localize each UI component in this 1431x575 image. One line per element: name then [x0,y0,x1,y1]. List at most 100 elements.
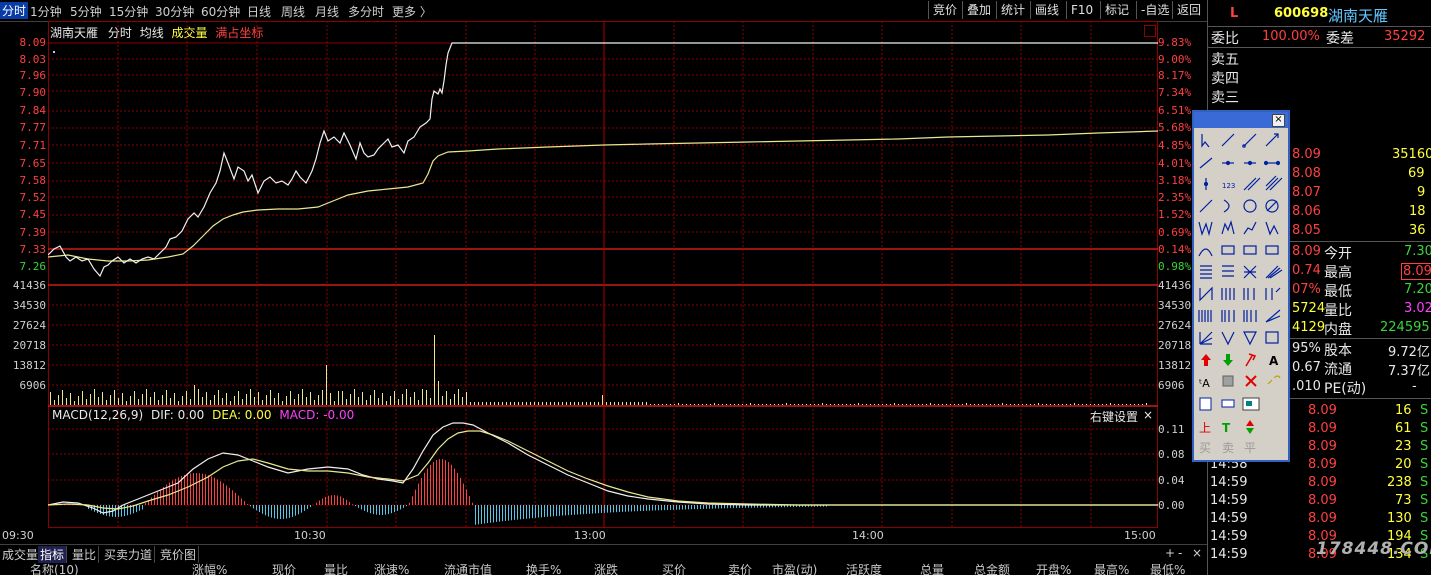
remove-favorite-button[interactable]: -自选 [1136,1,1173,19]
volume-bar [802,404,803,405]
macd-bar [625,505,626,512]
col-header-float-cap[interactable]: 流通市值 [444,563,492,575]
macd-bar [388,505,389,515]
palette-close-icon[interactable]: × [1272,114,1285,127]
volume-bar [606,402,607,405]
macd-close-icon[interactable]: × [1143,408,1153,422]
period-tab-1min[interactable]: 1分钟 [30,3,62,20]
volume-bar [434,335,435,405]
volume-bar [190,399,191,405]
remove-indicator-button[interactable]: - [1176,546,1184,560]
col-header-total-vol[interactable]: 总量 [920,563,944,575]
back-button[interactable]: 返回 [1172,1,1205,19]
tick-side: S [1420,439,1429,454]
mark-button[interactable]: 标记 [1100,1,1133,19]
period-tab-more[interactable]: 更多 〉 [392,3,432,20]
volume-axis-label: 20718 [12,339,46,352]
period-tab-60min[interactable]: 60分钟 [201,3,240,20]
col-header-low-pct[interactable]: 最低% [1150,563,1185,575]
volume-bar [246,394,247,405]
period-tab-5min[interactable]: 5分钟 [70,3,102,20]
fibonacci-time-icon [1243,288,1255,300]
volume-bar [318,395,319,405]
stats-button[interactable]: 统计 [996,1,1029,19]
macd-bar [241,498,242,505]
right-click-settings[interactable]: 右键设置 [1090,408,1138,425]
macd-bar [349,501,350,505]
volume-bar [982,404,983,405]
volume-bar [914,404,915,405]
volume-bar [218,390,219,405]
pct-axis-label: 5.68% [1158,121,1192,134]
col-header-speed[interactable]: 涨速% [374,563,409,575]
watchlist-column-headers: 名称(10) 涨幅% 现价 量比 涨速% 流通市值 换手% 涨跌 买价 卖价 市… [0,563,1207,575]
volume-bar [762,404,763,405]
tab-auction-chart[interactable]: 竞价图 [158,546,200,563]
buy2-volume: 69 [1408,166,1425,181]
stat-high-value: 8.09 [1401,263,1431,280]
gann-grid-icon [1265,245,1279,255]
period-tab-30min[interactable]: 30分钟 [155,3,194,20]
macd-bar [211,476,212,505]
draw-line-button[interactable]: 画线 [1030,1,1063,19]
period-tab-15min[interactable]: 15分钟 [109,3,148,20]
volume-bar [518,402,519,405]
macd-bar [589,505,590,514]
close-panel-button[interactable]: × [1190,546,1204,560]
tab-volume[interactable]: 成交量 [0,546,42,563]
volume-bar [994,404,995,405]
overlay-button[interactable]: 叠加 [962,1,995,19]
volume-bar [758,404,759,405]
volume-bar [934,404,935,405]
volume-bar [58,395,59,405]
volume-bar [558,402,559,405]
col-header-bid[interactable]: 买价 [662,563,686,575]
col-header-open-pct[interactable]: 开盘% [1036,563,1071,575]
palette-title-bar[interactable]: × [1194,112,1288,128]
col-header-change[interactable]: 涨跌 [594,563,618,575]
col-header-turnover[interactable]: 换手% [526,563,561,575]
volume-bar [782,404,783,405]
period-tab-monthly[interactable]: 月线 [315,3,339,20]
tab-volume-ratio[interactable]: 量比 [70,546,100,563]
stat-capital-label: 股本 [1324,343,1352,359]
tab-buy-sell-power[interactable]: 买卖力道 [102,546,156,563]
macd-bar [427,468,428,505]
period-tab-multi[interactable]: 多分时 [348,3,384,20]
macd-bar [271,505,272,518]
volume-bar [330,393,331,405]
volume-bar [1054,404,1055,405]
col-header-change-pct[interactable]: 涨幅% [192,563,227,575]
period-tab-daily[interactable]: 日线 [247,3,271,20]
col-header-name[interactable]: 名称(10) [30,563,79,575]
weicha-value: 35292 [1384,29,1426,44]
macd-label[interactable]: MACD(12,26,9) [52,408,143,422]
auction-button[interactable]: 竞价 [928,1,961,19]
volume-bar [634,402,635,405]
volume-bar [674,404,675,405]
add-indicator-button[interactable]: + [1163,546,1177,560]
tick-price: 8.09 [1308,403,1337,418]
volume-bar [502,402,503,405]
volume-bar [850,404,851,405]
period-tab-weekly[interactable]: 周线 [281,3,305,20]
col-header-price[interactable]: 现价 [272,563,296,575]
macd-bar [511,505,512,521]
col-header-total-amount[interactable]: 总金额 [974,563,1010,575]
volume-bar [578,402,579,405]
macd-bar [562,505,563,516]
col-header-activity[interactable]: 活跃度 [846,563,882,575]
stat-left-value: 07% [1292,282,1321,297]
col-header-volume-ratio[interactable]: 量比 [324,563,348,575]
macd-bar [529,505,530,519]
col-header-ask[interactable]: 卖价 [728,563,752,575]
period-tab-intraday[interactable]: 分时 [0,2,29,19]
col-header-high-pct[interactable]: 最高% [1094,563,1129,575]
volume-bar [862,404,863,405]
col-header-pe[interactable]: 市盈(动) [772,563,817,575]
tab-indicator[interactable]: 指标 [38,546,68,563]
macd-bar [394,505,395,513]
f10-button[interactable]: F10 [1066,1,1097,19]
sell5-label: 卖五 [1211,52,1239,68]
volume-bar [358,397,359,405]
